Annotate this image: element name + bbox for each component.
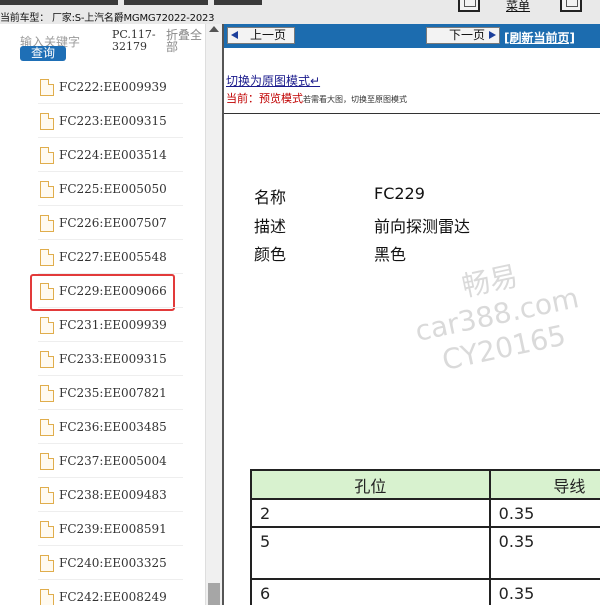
- tree-item[interactable]: FC238:EE009483: [0, 478, 205, 512]
- document-icon: [40, 317, 54, 334]
- pc-code-label: PC.117-32179: [112, 28, 156, 53]
- document-icon: [40, 589, 54, 605]
- refresh-page-link[interactable]: [刷新当前页]: [504, 29, 575, 46]
- tree-item[interactable]: FC236:EE003485: [0, 410, 205, 444]
- tree-item-selected[interactable]: FC229:EE009066: [0, 274, 205, 311]
- watermark: 畅易 car388.com CY20165: [412, 259, 582, 377]
- tree-item[interactable]: FC242:EE008249: [0, 580, 205, 605]
- tree-item[interactable]: FC226:EE007507: [0, 206, 205, 240]
- document-icon: [40, 215, 54, 232]
- tree-item[interactable]: FC240:EE003325: [0, 546, 205, 580]
- tree-item[interactable]: FC231:EE009939: [0, 308, 205, 342]
- top-bar: 当前车型： 厂家:S-上汽名爵MGMG72022-2023 菜单: [0, 0, 600, 24]
- search-button[interactable]: 查询: [20, 46, 66, 61]
- current-mode-value: 预览模式: [259, 92, 303, 105]
- arrow-left-icon: [231, 31, 238, 39]
- search-area: 输入关键字 查询 PC.117-32179 折叠全部: [0, 24, 205, 64]
- left-panel: 输入关键字 查询 PC.117-32179 折叠全部 FC222:EE00993…: [0, 24, 222, 605]
- collapse-all-button[interactable]: 折叠全部: [166, 29, 206, 53]
- tree-item[interactable]: FC224:EE003514: [0, 138, 205, 172]
- arrow-right-icon: [489, 31, 496, 39]
- scroll-up-arrow-icon[interactable]: [209, 26, 219, 32]
- document-icon: [40, 487, 54, 504]
- table-header-row: 孔位 导线: [250, 469, 600, 500]
- tree-item[interactable]: FC222:EE009939: [0, 70, 205, 104]
- document-icon: [40, 555, 54, 572]
- document-icon: [40, 453, 54, 470]
- table-row: 5 0.35: [250, 526, 600, 580]
- document-icon: [40, 113, 54, 130]
- next-page-button[interactable]: 下一页: [426, 27, 500, 44]
- divider: [224, 113, 600, 114]
- page-nav-bar: 上一页 下一页 [刷新当前页]: [224, 24, 600, 48]
- tree-item[interactable]: FC227:EE005548: [0, 240, 205, 274]
- menu-button[interactable]: 菜单: [506, 0, 530, 12]
- table-row: 2 0.35: [250, 498, 600, 528]
- document-icon: [40, 419, 54, 436]
- window-icon[interactable]: [458, 0, 480, 12]
- tree-item[interactable]: FC239:EE008591: [0, 512, 205, 546]
- toolbar-strip: [0, 0, 262, 5]
- document-icon: [40, 351, 54, 368]
- document-icon: [40, 521, 54, 538]
- document-icon: [40, 181, 54, 198]
- prev-page-button[interactable]: 上一页: [227, 27, 295, 44]
- column-header-wire: 导线: [488, 469, 600, 500]
- switch-original-mode-link[interactable]: 切换为原图模式↵: [226, 72, 320, 89]
- tree-item[interactable]: FC235:EE007821: [0, 376, 205, 410]
- current-mode-line: 当前：预览模式若需看大图，切换至原图模式: [226, 92, 407, 105]
- document-icon: [40, 249, 54, 266]
- column-header-pin: 孔位: [250, 469, 491, 500]
- table-row: 6 0.35: [250, 578, 600, 605]
- tree-item[interactable]: FC237:EE005004: [0, 444, 205, 478]
- document-icon: [40, 385, 54, 402]
- tree-item[interactable]: FC233:EE009315: [0, 342, 205, 376]
- scroll-thumb[interactable]: [208, 583, 220, 605]
- document-icon: [40, 147, 54, 164]
- document-icon: [40, 283, 54, 300]
- content-panel: 上一页 下一页 [刷新当前页] 切换为原图模式↵ 当前：预览模式若需看大图，切换…: [222, 24, 600, 605]
- document-icon: [40, 79, 54, 96]
- tree-item[interactable]: FC225:EE005050: [0, 172, 205, 206]
- sidebar-scrollbar[interactable]: [205, 24, 222, 605]
- pin-table: 孔位 导线 2 0.35 5 0.35 6 0.35: [250, 469, 600, 605]
- vehicle-info: 当前车型： 厂家:S-上汽名爵MGMG72022-2023: [0, 13, 215, 24]
- tree-item[interactable]: FC223:EE009315: [0, 104, 205, 138]
- home-icon[interactable]: [560, 0, 582, 12]
